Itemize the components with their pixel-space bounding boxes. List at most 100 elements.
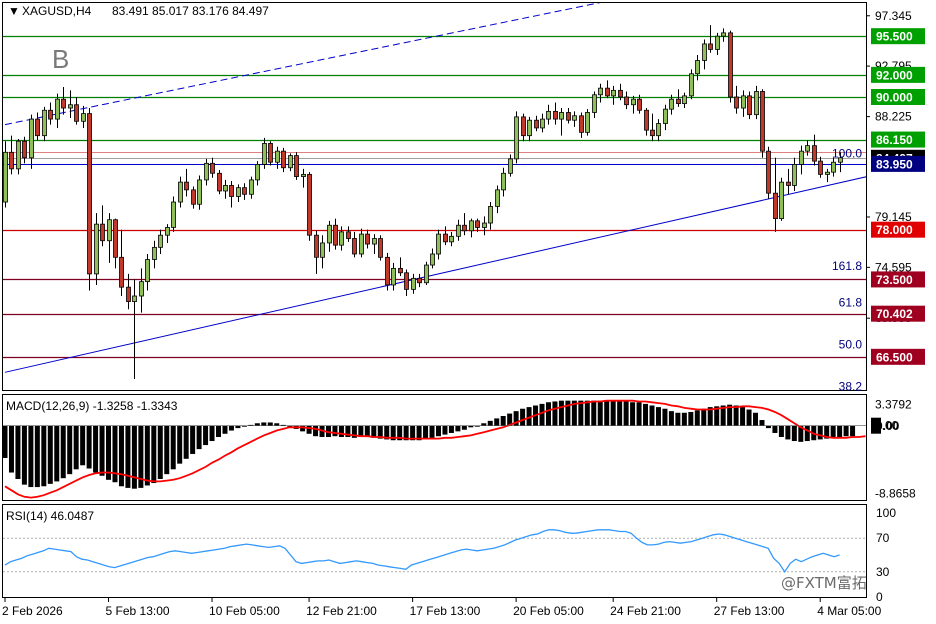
macd-bar xyxy=(733,405,739,426)
candle-body xyxy=(197,179,202,205)
macd-bar xyxy=(539,403,545,426)
macd-bar xyxy=(630,402,636,426)
time-tick-label: 5 Feb 13:00 xyxy=(106,604,170,618)
macd-bar xyxy=(765,425,771,429)
candle-body xyxy=(553,110,558,120)
candle-body xyxy=(385,256,390,286)
candle-body xyxy=(152,246,157,260)
macd-bar xyxy=(617,401,623,426)
macd-bar xyxy=(610,401,616,426)
candle-body xyxy=(482,222,487,228)
candle-body xyxy=(747,95,752,116)
macd-title: MACD(12,26,9) -1.3258 -1.3343 xyxy=(6,399,178,413)
macd-bar xyxy=(500,416,506,426)
candle-body xyxy=(760,91,765,152)
candle-body xyxy=(411,277,416,290)
macd-bar xyxy=(759,420,765,426)
candle-body xyxy=(540,118,545,129)
candle-body xyxy=(398,267,403,274)
candle-body xyxy=(74,104,79,122)
candle-body xyxy=(327,224,332,244)
candle-body xyxy=(29,118,34,159)
candle-body xyxy=(559,112,564,120)
candle xyxy=(171,196,176,232)
macd-bar xyxy=(429,425,435,438)
candle-body xyxy=(346,231,351,239)
price-tick-label: 88.225 xyxy=(875,110,912,124)
macd-bar xyxy=(423,425,429,439)
candle-body xyxy=(734,96,739,109)
candle xyxy=(294,152,299,180)
candle xyxy=(760,89,765,158)
macd-bar xyxy=(80,425,86,466)
macd-bar xyxy=(850,425,856,437)
macd-bar xyxy=(21,425,27,485)
candle-body xyxy=(566,112,571,121)
candle-body xyxy=(773,192,778,220)
candle-body xyxy=(333,224,338,246)
candle xyxy=(585,109,590,136)
macd-bar xyxy=(701,408,707,426)
candle-body xyxy=(217,172,222,192)
candle-body xyxy=(721,32,726,37)
macd-bar xyxy=(778,425,784,437)
macd-bar xyxy=(636,402,642,426)
macd-bar xyxy=(338,425,344,437)
macd-bar xyxy=(86,425,92,469)
candle-body xyxy=(139,281,144,297)
candle xyxy=(779,177,784,221)
candle-body xyxy=(728,32,733,98)
candle-body xyxy=(320,242,325,258)
candle-body xyxy=(436,233,441,255)
level-label-6: 70.402 xyxy=(876,307,913,321)
fib-label-1: 161.8 xyxy=(832,259,862,273)
candle-body xyxy=(443,233,448,243)
candle-body xyxy=(598,87,603,96)
macd-bar xyxy=(597,400,603,426)
candle-body xyxy=(644,109,649,131)
candle-body xyxy=(650,129,655,137)
candle-body xyxy=(831,161,836,173)
candle-body xyxy=(469,220,474,232)
candle-body xyxy=(404,272,409,290)
macd-tick-label: -8.8658 xyxy=(875,486,916,500)
macd-bar xyxy=(520,408,526,426)
macd-bar xyxy=(772,425,778,433)
macd-bar xyxy=(34,425,40,488)
level-label-5: 73.500 xyxy=(876,273,913,287)
chart-window[interactable]: 100.0161.861.850.038.2 97.34592.79588.22… xyxy=(0,0,936,624)
candle xyxy=(16,139,21,175)
candle xyxy=(307,172,312,241)
macd-bar xyxy=(228,425,234,431)
level-label-1: 92.000 xyxy=(876,68,913,82)
candle-body xyxy=(119,256,124,288)
candle-body xyxy=(572,115,577,121)
candle-body xyxy=(825,171,830,175)
candle xyxy=(385,252,390,291)
candle-body xyxy=(307,173,312,236)
candle-body xyxy=(314,234,319,258)
macd-bar xyxy=(791,425,797,442)
rsi-tick-label: 70 xyxy=(876,531,890,545)
candle-body xyxy=(766,150,771,194)
candle-body xyxy=(268,143,273,163)
candle xyxy=(747,91,752,120)
candle-body xyxy=(702,43,707,61)
wave-label-b: B xyxy=(52,44,69,74)
candle-body xyxy=(81,113,86,122)
macd-bar xyxy=(235,425,241,429)
time-tick-label: 12 Feb 21:00 xyxy=(306,604,377,618)
candle-body xyxy=(508,158,513,174)
macd-bar xyxy=(578,400,584,426)
candle-body xyxy=(294,155,299,177)
time-tick-label: 2 Feb 2026 xyxy=(2,604,63,618)
candle-body xyxy=(631,98,636,106)
candle-body xyxy=(262,143,267,165)
macd-bar xyxy=(552,401,558,426)
symbol-menu-arrow-icon[interactable]: ▼ xyxy=(8,4,20,18)
fib-label-0: 100.0 xyxy=(832,146,862,160)
macd-bar xyxy=(461,425,467,430)
candle-body xyxy=(165,227,170,236)
rsi-tick-label: 100 xyxy=(876,506,896,520)
candle-body xyxy=(132,295,137,302)
